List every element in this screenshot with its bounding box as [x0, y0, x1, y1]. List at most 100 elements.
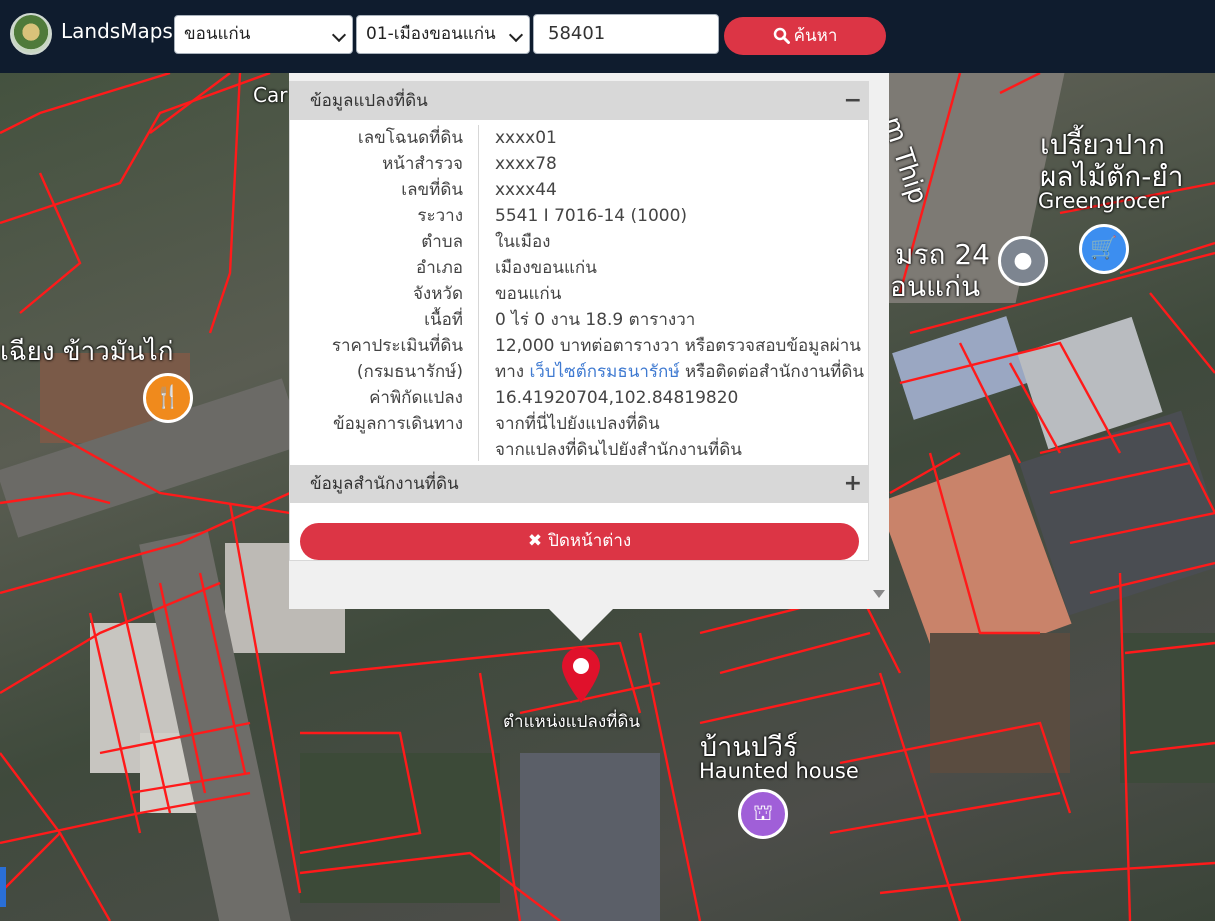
parcel-line — [638, 632, 702, 921]
directions-to-parcel-link[interactable]: จากที่นี่ไปยังแปลงที่ดิน — [495, 411, 870, 437]
info-value: ขอนแก่น — [495, 284, 562, 304]
shopping-poi-icon[interactable]: 🛒 — [1079, 224, 1129, 274]
parcel-line — [299, 731, 422, 855]
parcel-line — [0, 581, 221, 695]
parcel-line — [0, 73, 171, 135]
close-window-button[interactable]: ✖ ปิดหน้าต่าง — [300, 523, 859, 560]
parcel-line — [149, 73, 231, 134]
info-value: เมืองขอนแก่น — [495, 258, 597, 278]
info-label: ตำบล — [421, 232, 463, 252]
parcel-line — [879, 861, 1215, 895]
amphur-select-value: 01-เมืองขอนแก่น — [366, 24, 496, 44]
scroll-down-icon[interactable] — [873, 590, 885, 598]
map-pin-icon[interactable] — [560, 645, 602, 705]
parcel-line — [19, 172, 82, 314]
parcel-line — [928, 452, 1040, 635]
chevron-down-icon — [508, 27, 524, 43]
parcel-number-input[interactable]: 58401 — [533, 14, 719, 54]
info-label: เนื้อที่ — [424, 310, 463, 330]
search-button-label: ค้นหา — [793, 26, 838, 46]
info-value: xxxx01 — [495, 128, 557, 148]
info-label: ระวาง — [417, 206, 463, 226]
info-panel: ข้อมูลแปลงที่ดิน − เลขโฉนดที่ดิน xxxx01 … — [289, 81, 869, 561]
info-label: จังหวัด — [412, 284, 463, 304]
brand-title: LandsMaps — [61, 19, 173, 43]
info-value: 0 ไร่ 0 งาน 18.9 ตารางวา — [495, 310, 696, 330]
parcel-line — [158, 582, 207, 794]
parcel-line — [699, 681, 881, 725]
parcel-line — [878, 672, 962, 921]
restaurant-poi-icon[interactable]: 🍴 — [143, 373, 193, 423]
parcel-line — [0, 73, 271, 225]
parcel-line — [829, 791, 1061, 835]
map-label-haunted: Haunted house — [699, 759, 859, 783]
info-label: อำเภอ — [416, 258, 463, 278]
parcel-line — [198, 572, 247, 774]
chevron-down-icon — [331, 27, 347, 43]
province-select[interactable]: ขอนแก่น — [174, 15, 353, 54]
parcel-line — [299, 851, 561, 921]
parcel-line — [208, 73, 242, 334]
price-label-sub: (กรมธนารักษ์) — [356, 362, 463, 382]
parcel-line — [129, 771, 251, 795]
poi-marker-icon[interactable]: ● — [998, 236, 1048, 286]
price-value-line2: ทาง เว็บไซต์กรมธนารักษ์ หรือติดต่อสำนักง… — [495, 359, 870, 385]
close-button-label: ปิดหน้าต่าง — [548, 531, 632, 551]
parcel-line — [1049, 461, 1191, 495]
parcel-line — [0, 491, 291, 595]
parcel-line — [0, 491, 111, 505]
parcel-line — [719, 631, 871, 675]
parcel-line — [999, 73, 1041, 95]
info-value: xxxx78 — [495, 154, 557, 174]
parcel-line — [1119, 241, 1215, 275]
parcel-line — [0, 752, 62, 894]
province-select-value: ขอนแก่น — [184, 24, 251, 44]
department-logo-icon — [10, 13, 52, 55]
parcel-line — [899, 341, 1122, 454]
directions-to-office-link[interactable]: จากแปลงที่ดินไปยังสำนักงานที่ดิน — [495, 437, 870, 463]
parcel-position-label: ตำแหน่งแปลงที่ดิน — [503, 712, 641, 732]
coord-link[interactable]: 16.41920704,102.84819820 — [495, 385, 870, 411]
parcel-line — [99, 721, 251, 755]
info-value: xxxx44 — [495, 180, 557, 200]
price-value: 12,000 บาทต่อตารางวา หรือตรวจสอบข้อมูลผ่… — [495, 336, 861, 356]
expand-icon[interactable]: + — [844, 465, 862, 503]
collapse-icon[interactable]: − — [844, 82, 862, 120]
parcel-line — [1129, 741, 1215, 755]
price-label: ราคาประเมินที่ดิน — [331, 336, 463, 356]
treasury-website-link[interactable]: เว็บไซต์กรมธนารักษ์ — [529, 362, 679, 382]
coord-label: ค่าพิกัดแปลง — [369, 388, 463, 408]
map-edge-control[interactable] — [0, 867, 6, 907]
price-prefix: ทาง — [495, 362, 525, 382]
map-label-car-top: Car — [253, 83, 288, 107]
popup-pointer — [549, 609, 613, 641]
land-office-header[interactable]: ข้อมูลสำนักงานที่ดิน + — [290, 465, 868, 503]
parcel-line — [889, 451, 961, 495]
top-navbar: LandsMaps ขอนแก่น 01-เมืองขอนแก่น 58401 … — [0, 0, 1215, 73]
search-button[interactable]: ค้นหา — [724, 17, 886, 55]
close-icon: ✖ — [527, 531, 543, 551]
parcel-line — [1069, 511, 1215, 545]
parcel-info-popup: ข้อมูลแปลงที่ดิน − เลขโฉนดที่ดิน xxxx01 … — [289, 73, 889, 609]
info-label: หน้าสำรวจ — [382, 154, 463, 174]
search-icon — [773, 27, 790, 44]
amphur-select[interactable]: 01-เมืองขอนแก่น — [356, 15, 530, 54]
parcel-line — [1124, 641, 1215, 655]
price-suffix: หรือติดต่อสำนักงานที่ดิน — [684, 362, 865, 382]
parcel-line — [58, 832, 112, 921]
parcel-line — [1149, 292, 1215, 374]
land-info-header[interactable]: ข้อมูลแปลงที่ดิน − — [290, 82, 868, 120]
map-label-shop: Greengrocer — [1038, 189, 1170, 213]
parcel-line — [1039, 421, 1215, 514]
map-label-car: อนแก่น — [890, 270, 981, 303]
attraction-poi-icon[interactable]: ⛫ — [738, 789, 788, 839]
info-value: ในเมือง — [495, 232, 551, 252]
map-label-restaurant: เฉียง ข้าวมันไก่ — [0, 337, 174, 367]
land-office-title: ข้อมูลสำนักงานที่ดิน — [310, 474, 459, 494]
info-value: 5541 I 7016-14 (1000) — [495, 206, 688, 226]
info-label: เลขที่ดิน — [401, 180, 463, 200]
travel-label: ข้อมูลการเดินทาง — [333, 414, 463, 434]
info-label: เลขโฉนดที่ดิน — [357, 128, 463, 148]
parcel-line — [839, 721, 1072, 814]
parcel-line — [0, 791, 251, 845]
